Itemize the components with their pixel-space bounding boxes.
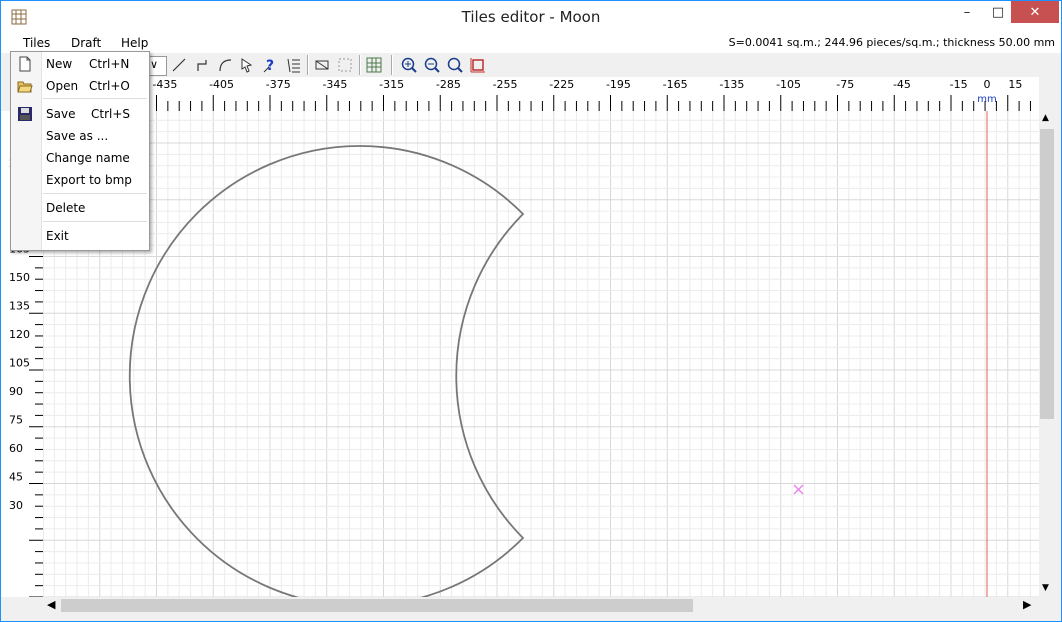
drawing-canvas[interactable] bbox=[42, 111, 1039, 607]
toolbar-separator bbox=[307, 55, 309, 75]
maximize-button[interactable]: □ bbox=[983, 1, 1013, 25]
menu-separator bbox=[43, 221, 147, 222]
zoom-in-icon[interactable] bbox=[399, 55, 419, 75]
fit-icon[interactable] bbox=[468, 55, 488, 75]
ruler-unit-label: mm bbox=[977, 94, 996, 105]
ruler-label: -375 bbox=[266, 78, 291, 91]
close-button[interactable]: ✕ bbox=[1011, 1, 1059, 23]
menu-item-new[interactable]: New Ctrl+N bbox=[11, 54, 149, 74]
list-tool-icon[interactable] bbox=[284, 55, 304, 75]
toolbar-separator bbox=[391, 55, 393, 75]
rect-tool-icon[interactable] bbox=[312, 55, 332, 75]
svg-text:?: ? bbox=[266, 58, 274, 74]
toolbar-separator bbox=[359, 55, 361, 75]
menu-bar: Tiles Draft Help S=0.0041 sq.m.; 244.96 … bbox=[1, 33, 1061, 53]
menu-item-export-bmp[interactable]: Export to bmp bbox=[11, 170, 149, 190]
line-tool-icon[interactable] bbox=[169, 55, 189, 75]
zoom-icon[interactable] bbox=[445, 55, 465, 75]
menu-item-exit[interactable]: Exit bbox=[11, 226, 149, 246]
ruler-label: -105 bbox=[776, 78, 801, 91]
ruler-label: 120 bbox=[9, 328, 30, 341]
ruler-label: -195 bbox=[606, 78, 631, 91]
scroll-up-icon[interactable]: ▲ bbox=[1042, 113, 1049, 123]
ruler-label: 105 bbox=[9, 357, 30, 370]
tiles-menu: New Ctrl+N Open Ctrl+O Save Ctrl+S Save … bbox=[10, 51, 150, 251]
marker-icon bbox=[793, 484, 804, 495]
help-tool-icon[interactable]: ? bbox=[261, 55, 281, 75]
vertical-scroll-thumb[interactable] bbox=[1040, 129, 1054, 419]
menu-item-open[interactable]: Open Ctrl+O bbox=[11, 76, 149, 96]
menu-item-save[interactable]: Save Ctrl+S bbox=[11, 104, 149, 124]
horizontal-scrollbar[interactable]: ◀ ▶ bbox=[43, 597, 1039, 614]
scroll-right-icon[interactable]: ▶ bbox=[1023, 598, 1031, 611]
menu-separator bbox=[43, 193, 147, 194]
ruler-label: 150 bbox=[9, 271, 30, 284]
app-window: Tiles editor - Moon – □ ✕ Tiles Draft He… bbox=[0, 0, 1062, 622]
ruler-label: 30 bbox=[9, 499, 23, 512]
open-folder-icon bbox=[17, 78, 33, 94]
ruler-label: -75 bbox=[836, 78, 854, 91]
ruler-label: -345 bbox=[322, 78, 347, 91]
ruler-label: 15 bbox=[1008, 78, 1022, 91]
ruler-label: 60 bbox=[9, 442, 23, 455]
ruler-label: -435 bbox=[152, 78, 177, 91]
ruler-label: -225 bbox=[549, 78, 574, 91]
minimize-button[interactable]: – bbox=[952, 1, 982, 25]
ruler-label: -285 bbox=[436, 78, 461, 91]
window-title: Tiles editor - Moon bbox=[461, 8, 601, 26]
dashed-select-icon[interactable] bbox=[335, 55, 355, 75]
ruler-label: -405 bbox=[209, 78, 234, 91]
grid-tool-icon[interactable] bbox=[364, 55, 384, 75]
ruler-label: 135 bbox=[9, 300, 30, 313]
menu-item-change-name[interactable]: Change name bbox=[11, 148, 149, 168]
scroll-down-icon[interactable]: ▼ bbox=[1042, 583, 1049, 593]
ruler-label: -135 bbox=[719, 78, 744, 91]
ruler-label: 0 bbox=[984, 78, 991, 91]
menu-separator bbox=[43, 98, 147, 99]
ruler-label: -15 bbox=[950, 78, 968, 91]
select-tool-icon[interactable] bbox=[238, 55, 258, 75]
vertical-scrollbar[interactable]: ▲ ▼ bbox=[1039, 111, 1055, 597]
ruler-label: 75 bbox=[9, 414, 23, 427]
horizontal-ruler: -435 -405 -375 -345 -315 -285 -255 -225 -195 -165… bbox=[42, 77, 1039, 111]
menu-item-delete[interactable]: Delete bbox=[11, 198, 149, 218]
menu-item-save-as[interactable]: Save as ... bbox=[11, 126, 149, 146]
status-text: S=0.0041 sq.m.; 244.96 pieces/sq.m.; thi… bbox=[728, 36, 1055, 49]
menu-tiles[interactable]: Tiles bbox=[23, 36, 50, 50]
horizontal-scroll-thumb[interactable] bbox=[61, 599, 693, 612]
new-file-icon bbox=[17, 56, 33, 72]
menu-draft[interactable]: Draft bbox=[71, 36, 101, 50]
title-bar: Tiles editor - Moon – □ ✕ bbox=[1, 1, 1061, 33]
arc-tool-icon[interactable] bbox=[215, 55, 235, 75]
ruler-label: -255 bbox=[493, 78, 518, 91]
zoom-out-icon[interactable] bbox=[422, 55, 442, 75]
menu-help[interactable]: Help bbox=[121, 36, 148, 50]
scroll-left-icon[interactable]: ◀ bbox=[47, 598, 55, 611]
ruler-label: -165 bbox=[663, 78, 688, 91]
toolbar: ∨ ? bbox=[1, 53, 1061, 77]
ruler-label: 90 bbox=[9, 385, 23, 398]
ruler-label: -45 bbox=[893, 78, 911, 91]
ruler-label: 45 bbox=[9, 471, 23, 484]
corner-tool-icon[interactable] bbox=[192, 55, 212, 75]
ruler-label: -315 bbox=[379, 78, 404, 91]
save-disk-icon bbox=[17, 106, 33, 122]
chevron-down-icon: ∨ bbox=[150, 58, 159, 71]
